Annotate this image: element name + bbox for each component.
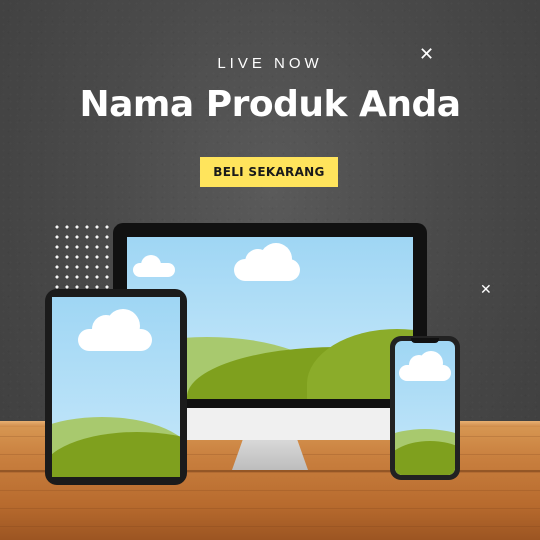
phone-screen	[395, 341, 455, 475]
monitor-stand	[232, 440, 308, 470]
sparkle-icon: ✕	[480, 281, 492, 297]
live-now-label: LIVE NOW	[217, 55, 323, 72]
promo-banner: LIVE NOW Nama Produk Anda BELI SEKARANG …	[0, 0, 540, 540]
dot-grid-decoration	[52, 222, 122, 292]
sparkle-icon: ✕	[419, 44, 435, 64]
tablet-screen	[52, 297, 180, 477]
buy-now-button[interactable]: BELI SEKARANG	[200, 157, 338, 187]
product-title: Nama Produk Anda	[79, 84, 461, 125]
phone-notch	[411, 338, 439, 343]
